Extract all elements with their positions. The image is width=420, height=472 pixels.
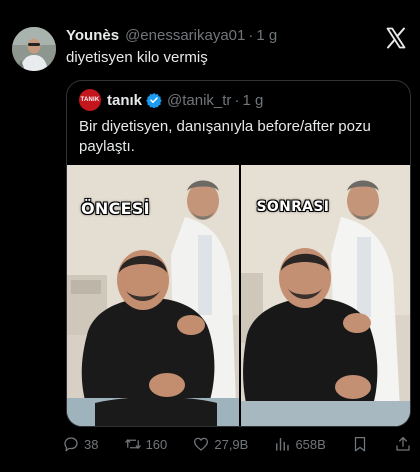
before-label: ÖNCESİ [81,199,150,218]
bookmark-icon [354,436,366,452]
quoted-tweet-text: Bir diyetisyen, danışanıyla before/after… [79,118,371,155]
user-handle[interactable]: @enessarikaya01 [125,25,245,47]
avatar[interactable] [12,27,56,71]
share-icon [396,436,410,451]
reply-icon [64,437,78,452]
share-button[interactable] [394,435,412,453]
quoted-tweet[interactable]: TANIK tanık @tanik_tr · 1 g Bir diyetisy… [66,80,411,427]
quoted-handle[interactable]: @tanik_tr [167,92,231,109]
display-name[interactable]: Younès [66,25,119,47]
media-grid: ÖNCESİ SONRASI [67,165,410,426]
like-count: 27,9B [214,436,249,452]
quoted-timestamp[interactable]: 1 g [242,92,263,109]
views-icon [276,438,290,451]
reply-count: 38 [84,436,99,452]
tweet-header: Younès @enessarikaya01 · 1 g [66,25,372,47]
bookmark-button[interactable] [351,435,369,453]
separator-dot: · [248,27,254,44]
quoted-display-name[interactable]: tanık [107,92,142,109]
quoted-avatar[interactable]: TANIK [79,89,101,111]
quoted-tweet-header: TANIK tanık @tanik_tr · 1 g [79,89,263,111]
heart-icon [194,437,209,451]
verified-badge-icon [146,92,162,109]
tweet[interactable]: Younès @enessarikaya01 · 1 g diyetisyen … [0,0,420,472]
tweet-text: diyetisyen kilo vermiş [66,49,208,66]
views-count: 658B [295,436,326,452]
views-button[interactable]: 658B [273,435,326,453]
like-button[interactable]: 27,9B [192,435,248,453]
timestamp[interactable]: 1 g [256,25,277,47]
retweet-icon [124,439,141,449]
after-label: SONRASI [256,199,330,215]
x-logo-icon[interactable] [384,26,408,50]
reply-button[interactable]: 38 [62,435,98,453]
separator-dot: · [234,91,240,109]
retweet-count: 160 [145,436,168,452]
photo-before[interactable]: ÖNCESİ [67,165,239,426]
action-bar: 38 160 27,9B 658B [62,432,412,456]
retweet-button[interactable]: 160 [124,435,168,453]
photo-after[interactable]: SONRASI [240,165,410,426]
